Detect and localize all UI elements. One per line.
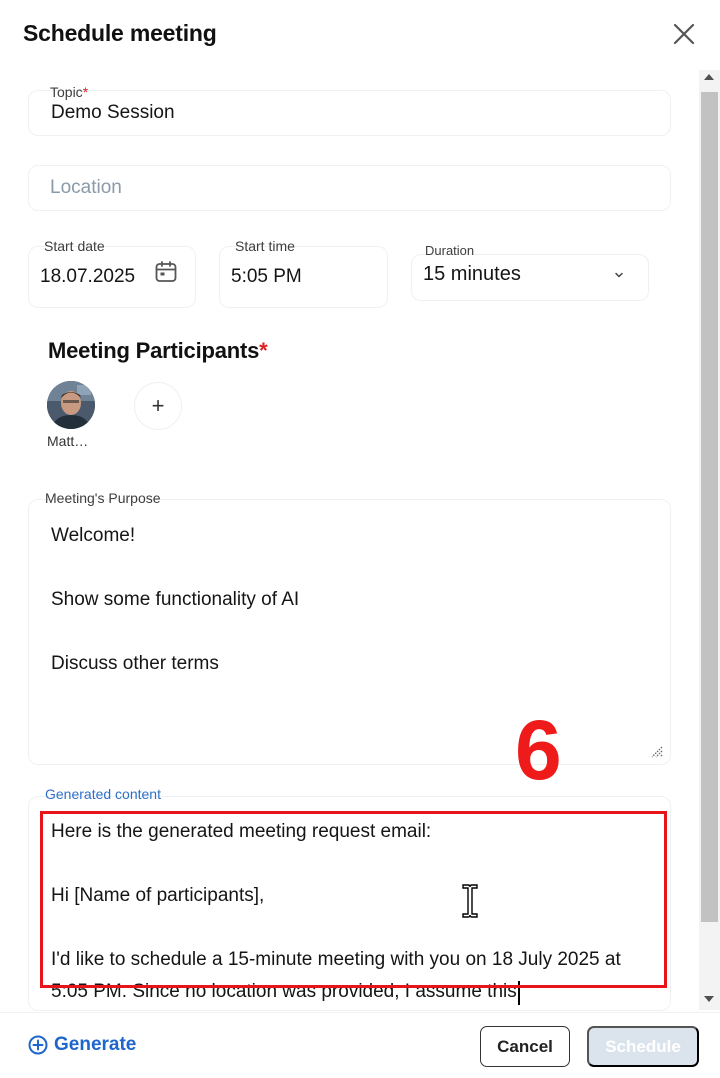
generate-label: Generate xyxy=(54,1034,137,1055)
schedule-meeting-dialog: Schedule meeting Topic* Demo Session Loc… xyxy=(0,0,720,1078)
plus-circle-icon xyxy=(28,1035,48,1055)
resize-handle-icon[interactable] xyxy=(648,743,664,759)
generated-content-label: Generated content xyxy=(45,786,161,802)
topic-label: Topic* xyxy=(50,84,89,100)
duration-value[interactable]: 15 minutes xyxy=(423,263,521,286)
calendar-icon[interactable] xyxy=(154,260,178,284)
scrollbar-thumb[interactable] xyxy=(701,92,718,922)
annotation-step-number: 6 xyxy=(515,703,562,797)
text-cursor-icon xyxy=(462,884,478,918)
participant-name: Matt… xyxy=(47,433,89,449)
start-date-label: Start date xyxy=(44,238,105,254)
topic-input[interactable]: Demo Session xyxy=(51,102,175,124)
location-input[interactable]: Location xyxy=(50,177,122,199)
close-button[interactable] xyxy=(668,18,700,50)
generate-button[interactable]: Generate xyxy=(28,1034,136,1056)
avatar[interactable] xyxy=(47,381,95,429)
purpose-text[interactable]: Welcome! Show some functionality of AI D… xyxy=(51,520,651,680)
start-date-input[interactable]: 18.07.2025 xyxy=(40,266,135,288)
participants-heading: Meeting Participants* xyxy=(48,338,268,363)
dialog-title: Schedule meeting xyxy=(23,20,217,46)
start-time-input[interactable]: 5:05 PM xyxy=(231,266,302,288)
schedule-button[interactable]: Schedule xyxy=(587,1026,699,1067)
location-field[interactable] xyxy=(28,165,671,211)
cancel-button[interactable]: Cancel xyxy=(480,1026,570,1067)
close-icon xyxy=(673,23,695,45)
scroll-down-arrow-icon[interactable] xyxy=(704,996,714,1002)
required-mark: * xyxy=(259,338,268,363)
participant-photo xyxy=(47,381,95,429)
required-mark: * xyxy=(82,84,89,100)
start-time-label: Start time xyxy=(235,238,295,254)
add-participant-button[interactable]: + xyxy=(134,382,182,430)
duration-label: Duration xyxy=(425,243,475,258)
purpose-label: Meeting's Purpose xyxy=(45,490,161,506)
annotation-highlight-box xyxy=(40,811,667,988)
scroll-up-arrow-icon[interactable] xyxy=(704,74,714,80)
chevron-down-icon[interactable] xyxy=(612,268,626,282)
footer-divider xyxy=(0,1012,720,1013)
